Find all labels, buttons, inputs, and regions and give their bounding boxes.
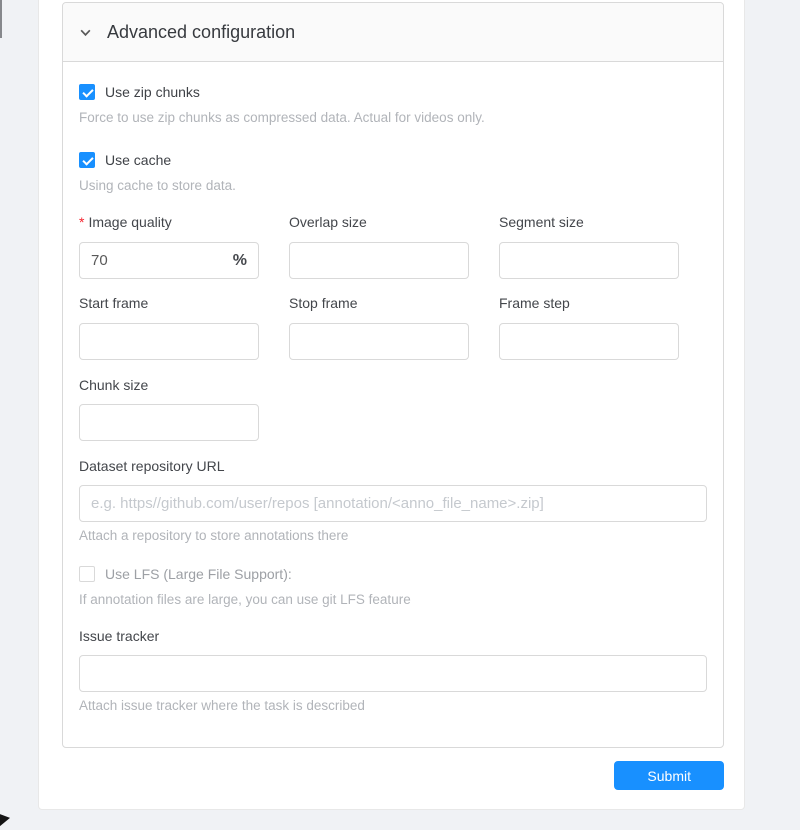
stop-frame-label: Stop frame <box>289 296 469 311</box>
image-quality-input[interactable] <box>91 252 233 269</box>
image-quality-field: % <box>79 242 259 279</box>
percent-suffix: % <box>233 252 247 270</box>
dataset-repository-url-hint: Attach a repository to store annotations… <box>79 529 707 543</box>
use-zip-chunks-hint: Force to use zip chunks as compressed da… <box>79 111 707 125</box>
use-lfs-checkbox[interactable] <box>79 566 95 582</box>
frame-step-input[interactable] <box>499 323 679 360</box>
required-asterisk: * <box>79 214 84 230</box>
dataset-repository-url-input[interactable] <box>79 485 707 522</box>
chunk-size-input[interactable] <box>79 404 259 441</box>
create-task-card: Advanced configuration Use zip chunks Fo… <box>38 0 745 810</box>
overlap-size-input[interactable] <box>289 242 469 279</box>
submit-row: Submit <box>39 761 724 790</box>
use-cache-checkbox[interactable] <box>79 152 95 168</box>
start-frame-label: Start frame <box>79 296 259 311</box>
panel-body: Use zip chunks Force to use zip chunks a… <box>63 62 723 747</box>
use-cache-row: Use cache <box>79 152 707 168</box>
field-labels-row-1: *Image quality Overlap size Segment size <box>79 215 707 230</box>
dataset-repository-url-label: Dataset repository URL <box>79 459 707 474</box>
chunk-size-label: Chunk size <box>79 378 707 393</box>
frame-step-label: Frame step <box>499 296 679 311</box>
use-zip-chunks-checkbox[interactable] <box>79 84 95 100</box>
issue-tracker-label: Issue tracker <box>79 629 707 644</box>
use-cache-hint: Using cache to store data. <box>79 179 707 193</box>
image-quality-label: *Image quality <box>79 215 259 230</box>
field-inputs-row-2 <box>79 323 707 360</box>
mouse-cursor <box>0 814 10 830</box>
segment-size-input[interactable] <box>499 242 679 279</box>
field-inputs-row-1: % <box>79 242 707 279</box>
use-lfs-row: Use LFS (Large File Support): <box>79 566 707 582</box>
use-zip-chunks-row: Use zip chunks <box>79 84 707 100</box>
start-frame-input[interactable] <box>79 323 259 360</box>
use-lfs-hint: If annotation files are large, you can u… <box>79 593 707 607</box>
field-labels-row-2: Start frame Stop frame Frame step <box>79 296 707 311</box>
chevron-down-icon <box>79 26 92 39</box>
issue-tracker-hint: Attach issue tracker where the task is d… <box>79 699 707 713</box>
issue-tracker-input[interactable] <box>79 655 707 692</box>
overlap-size-label: Overlap size <box>289 215 469 230</box>
use-lfs-label: Use LFS (Large File Support): <box>105 566 292 582</box>
segment-size-label: Segment size <box>499 215 679 230</box>
advanced-configuration-header[interactable]: Advanced configuration <box>63 3 723 62</box>
panel-title: Advanced configuration <box>107 22 295 43</box>
advanced-configuration-panel: Advanced configuration Use zip chunks Fo… <box>62 2 724 748</box>
use-zip-chunks-label: Use zip chunks <box>105 84 200 100</box>
use-cache-label: Use cache <box>105 152 171 168</box>
stop-frame-input[interactable] <box>289 323 469 360</box>
submit-button[interactable]: Submit <box>614 761 724 790</box>
window-edge-artifact <box>0 0 2 38</box>
